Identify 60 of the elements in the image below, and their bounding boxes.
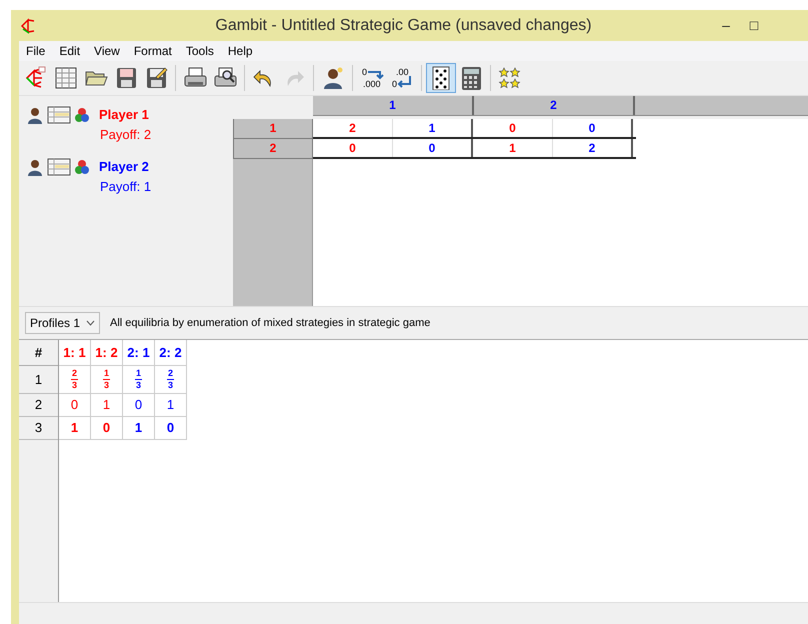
save-icon: [114, 66, 138, 90]
person-icon: [26, 106, 44, 124]
menu-item[interactable]: Format: [126, 42, 179, 60]
person-icon: [26, 158, 44, 176]
table-cell: 1: [59, 417, 91, 440]
menu-item[interactable]: Help: [220, 42, 260, 60]
toolbar-button[interactable]: [426, 63, 456, 93]
maximize-button[interactable]: □: [740, 15, 768, 36]
tree-icon: [24, 66, 48, 90]
table-icon: [47, 158, 71, 176]
profile-dropdown[interactable]: Profiles 1: [25, 312, 100, 334]
payoff-label: Payoff: 2: [100, 126, 152, 144]
row-header[interactable]: 1: [19, 366, 58, 394]
payoff-cell[interactable]: 0: [553, 119, 633, 137]
table-cell: 0: [155, 417, 187, 440]
table-cell: 0: [91, 417, 123, 440]
stars-icon: [498, 66, 522, 90]
payoff-cell[interactable]: 2: [553, 139, 633, 157]
row-header[interactable]: 3: [19, 417, 58, 440]
minimize-button[interactable]: –: [712, 15, 740, 36]
menu-item[interactable]: Edit: [52, 42, 88, 60]
payoff-cell[interactable]: 2: [313, 119, 393, 137]
spreadsheet-icon: [54, 66, 78, 90]
payoff-label: Payoff: 1: [100, 178, 152, 196]
table-cell: 2 3: [155, 366, 187, 394]
table-cell: 1: [123, 417, 155, 440]
column-header[interactable]: 2: 2: [155, 340, 187, 366]
column-header[interactable]: 1: 1: [59, 340, 91, 366]
person-icon: [321, 66, 345, 90]
payoff-cell[interactable]: 1: [473, 139, 553, 157]
payoff-cell[interactable]: 0: [393, 139, 473, 157]
column-header[interactable]: 1: [313, 96, 474, 115]
table-icon: [47, 106, 71, 124]
column-header[interactable]: 1: 2: [91, 340, 123, 366]
player-name[interactable]: Player 2: [99, 157, 149, 177]
row-header[interactable]: 2: [19, 394, 58, 417]
save-as-icon: [144, 66, 168, 90]
menu-item[interactable]: Tools: [178, 42, 221, 60]
table-cell: 0: [123, 394, 155, 417]
window-title: Gambit - Untitled Strategic Game (unsaved changes): [214, 16, 593, 36]
app-icon: [21, 18, 35, 34]
column-header[interactable]: 2: 1: [123, 340, 155, 366]
column-header[interactable]: #: [19, 340, 58, 366]
payoff-cell[interactable]: 0: [473, 119, 553, 137]
payoff-cell[interactable]: 1: [393, 119, 473, 137]
description-text: All equilibria by enumeration of mixed strategies in strategic game: [110, 316, 430, 331]
calculator-icon: [459, 66, 483, 90]
table-cell: 1: [155, 394, 187, 417]
table-cell: 1 3: [123, 366, 155, 394]
color-circles-icon: [74, 107, 90, 123]
table-cell: 0: [59, 394, 91, 417]
column-header[interactable]: 2: [474, 96, 635, 115]
table-cell: 2 3: [59, 366, 91, 394]
menu-item[interactable]: File: [19, 42, 52, 60]
table-cell: 1: [91, 394, 123, 417]
player-name[interactable]: Player 1: [99, 105, 149, 125]
payoff-cell[interactable]: 0: [313, 139, 393, 157]
menu-item[interactable]: View: [87, 42, 127, 60]
table-cell: 1 3: [91, 366, 123, 394]
color-circles-icon: [74, 159, 90, 175]
